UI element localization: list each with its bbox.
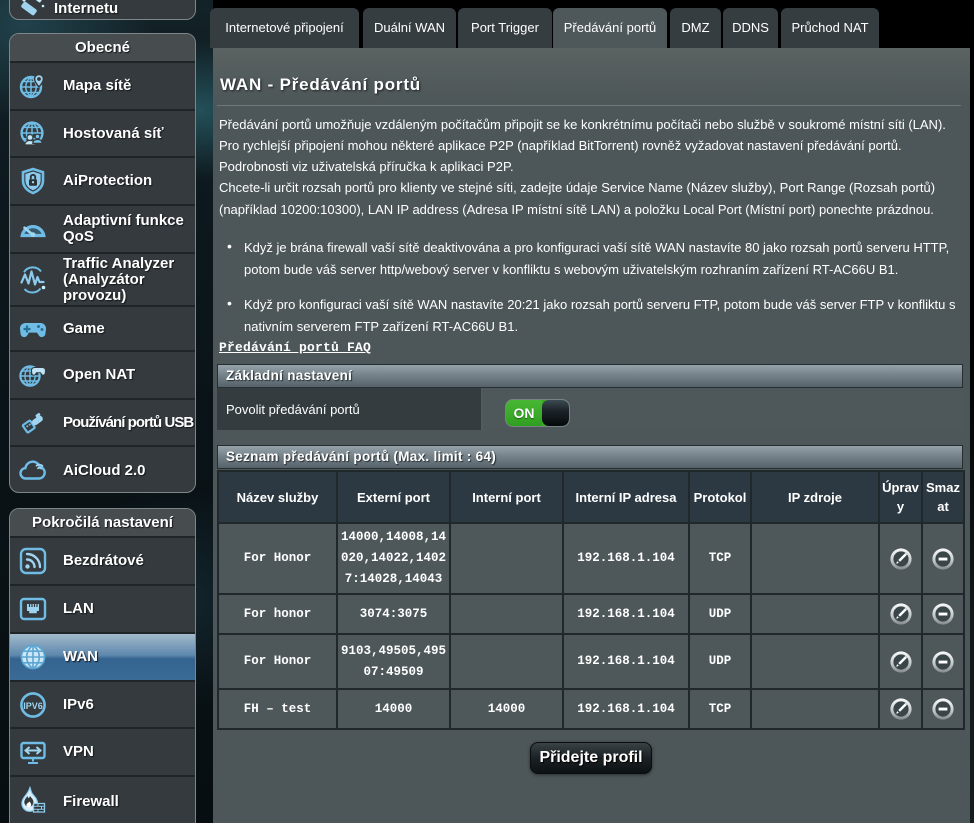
svg-text:IPV6: IPV6 — [23, 701, 43, 711]
